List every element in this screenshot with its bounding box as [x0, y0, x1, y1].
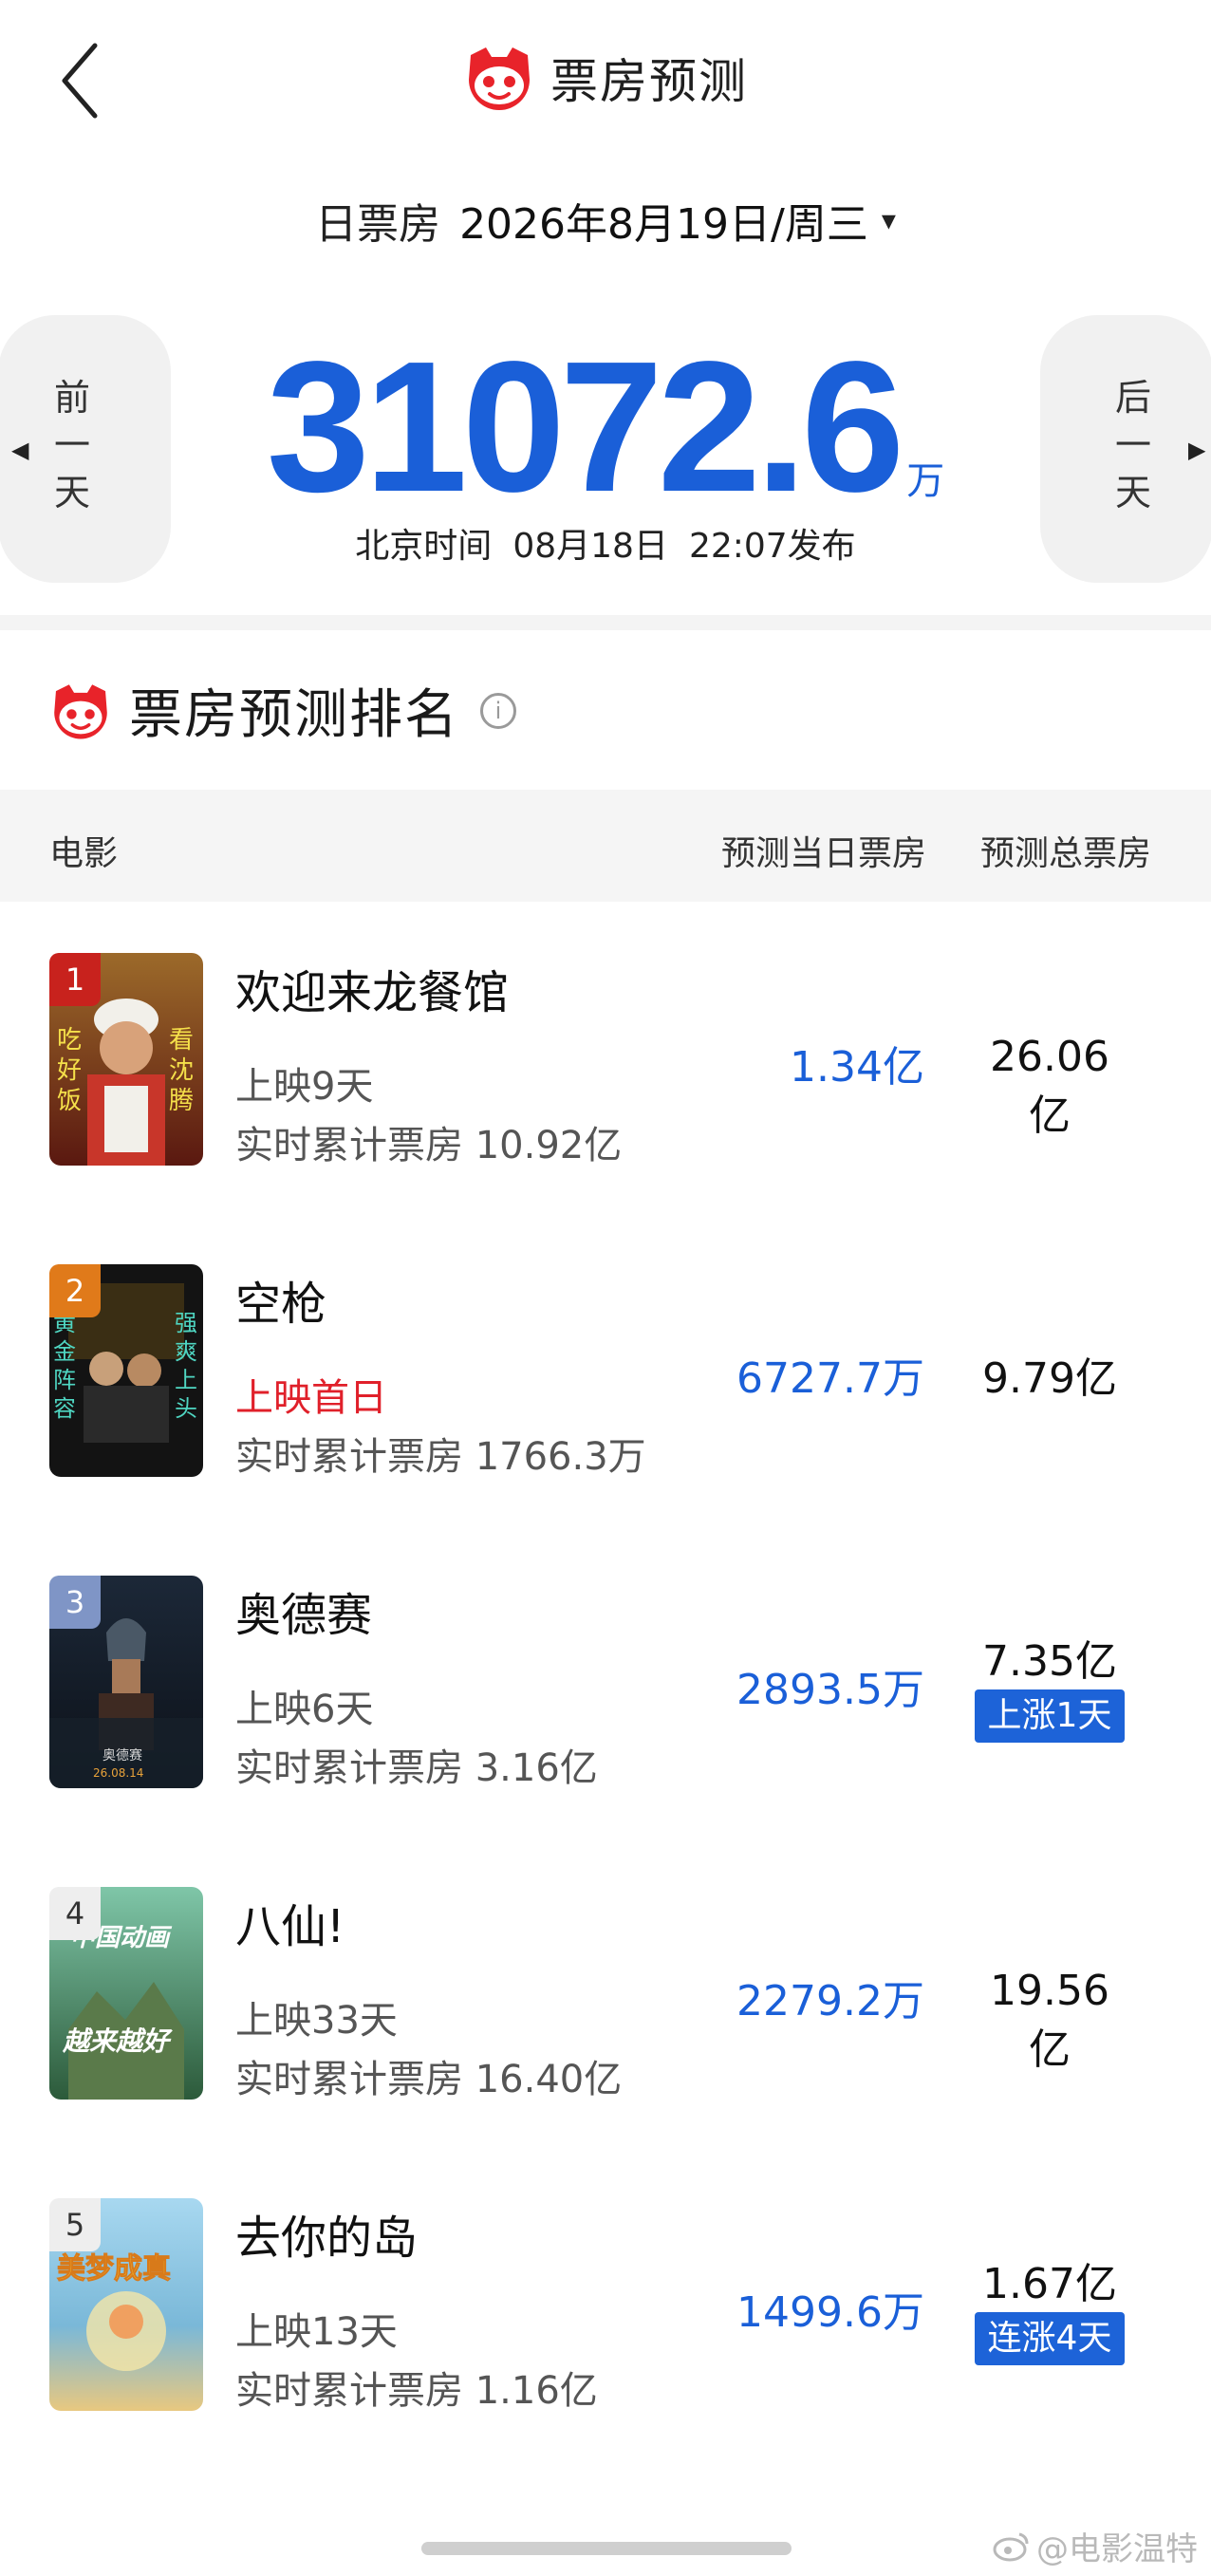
release-days: 上映首日 — [235, 1376, 387, 1420]
svg-text:奥德赛: 奥德赛 — [102, 1747, 142, 1764]
page-title: 票房预测 — [550, 54, 748, 109]
column-total-forecast[interactable]: 预测总票房 — [980, 826, 1151, 875]
header-title-group: 票房预测 — [0, 42, 1211, 114]
svg-text:饭: 饭 — [57, 1087, 82, 1115]
maoyan-cat-logo-icon — [54, 683, 107, 739]
rank-badge: 1 — [49, 953, 101, 1006]
release-days: 上映9天 — [235, 1065, 374, 1109]
movie-title: 空枪 — [235, 1278, 327, 1331]
cumulative-box-office: 实时累计票房 1766.3万 — [235, 1435, 646, 1479]
svg-text:越来越好: 越来越好 — [62, 2025, 173, 2057]
day-forecast-value: 1.34亿 — [790, 1043, 924, 1092]
day-forecast-value: 2893.5万 — [736, 1666, 924, 1714]
total-forecast-value: 9.79亿 — [982, 1354, 1117, 1403]
total-forecast-value: 1.67亿 — [982, 2260, 1117, 2308]
rank-badge: 4 — [49, 1887, 101, 1940]
release-days: 上映6天 — [235, 1688, 374, 1731]
movie-title: 去你的岛 — [235, 2212, 419, 2265]
info-icon[interactable]: i — [480, 692, 516, 729]
date-value: 2026年8月19日/周三 — [459, 200, 868, 249]
svg-text:沈: 沈 — [169, 1056, 194, 1085]
svg-text:强: 强 — [175, 1310, 197, 1336]
total-forecast-value: 19.56亿 — [990, 1967, 1109, 2074]
caret-down-icon: ▾ — [881, 203, 896, 237]
svg-text:好: 好 — [57, 1056, 82, 1085]
maoyan-cat-logo-icon — [469, 47, 530, 110]
movie-row[interactable]: 黄 金 阵 容 强 爽 上 头 2 空枪 上映首日 实时累计票房 1766.3万… — [0, 1215, 1211, 1526]
day-forecast-value: 2279.2万 — [736, 1977, 924, 2025]
svg-text:美梦成真: 美梦成真 — [57, 2252, 171, 2286]
movie-row[interactable]: 美梦成真 5 去你的岛 上映13天 实时累计票房 1.16亿 1499.6万 1… — [0, 2149, 1211, 2460]
svg-text:腾: 腾 — [169, 1087, 194, 1115]
column-day-forecast[interactable]: 预测当日票房 — [721, 826, 926, 875]
release-days: 上映33天 — [235, 1999, 398, 2043]
trend-badge: 上涨1天 — [975, 1689, 1125, 1743]
publish-time: 北京时间 08月18日 22:07发布 — [0, 518, 1211, 568]
rank-badge: 5 — [49, 2198, 101, 2251]
movie-title: 八仙! — [235, 1900, 345, 1953]
watermark-text: @电影温特 — [1036, 2530, 1198, 2568]
total-box-office-unit: 万 — [906, 459, 945, 503]
rank-badge: 3 — [49, 1576, 101, 1629]
weibo-logo-icon — [993, 2532, 1029, 2561]
svg-text:金: 金 — [53, 1338, 76, 1365]
cumulative-box-office: 实时累计票房 3.16亿 — [235, 1746, 598, 1790]
trend-badge: 连涨4天 — [975, 2312, 1125, 2365]
svg-text:上: 上 — [175, 1367, 197, 1393]
svg-text:吃: 吃 — [57, 1026, 82, 1055]
cumulative-box-office: 实时累计票房 1.16亿 — [235, 2369, 598, 2413]
date-selector[interactable]: 日票房 2026年8月19日/周三 ▾ — [0, 190, 1211, 251]
section-divider — [0, 615, 1211, 630]
svg-text:爽: 爽 — [175, 1338, 197, 1365]
rank-badge: 2 — [49, 1264, 101, 1317]
movie-row[interactable]: 奥德赛 26.08.14 3 奥德赛 上映6天 实时累计票房 3.16亿 289… — [0, 1526, 1211, 1838]
total-forecast-value: 7.35亿 — [982, 1637, 1117, 1686]
svg-text:阵: 阵 — [53, 1367, 76, 1393]
svg-text:容: 容 — [53, 1395, 76, 1422]
publish-clock: 22:07发布 — [688, 527, 856, 566]
movie-title: 奥德赛 — [235, 1589, 373, 1642]
page: 票房预测 日票房 2026年8月19日/周三 ▾ ◀ 前一天 后一天 ▶ 310… — [0, 0, 1211, 2576]
total-box-office: 31072.6 万 — [0, 323, 1211, 531]
movie-row[interactable]: 中国动画 越来越好 4 八仙! 上映33天 实时累计票房 16.40亿 2279… — [0, 1838, 1211, 2149]
publish-date: 08月18日 — [512, 527, 668, 566]
cumulative-box-office: 实时累计票房 16.40亿 — [235, 2058, 623, 2101]
day-forecast-value: 6727.7万 — [736, 1354, 924, 1403]
publish-timezone: 北京时间 — [355, 527, 493, 566]
cumulative-box-office: 实时累计票房 10.92亿 — [235, 1124, 623, 1167]
svg-text:看: 看 — [169, 1026, 194, 1055]
svg-text:头: 头 — [175, 1395, 197, 1422]
day-forecast-value: 1499.6万 — [736, 2288, 924, 2337]
watermark: @电影温特 — [993, 2523, 1198, 2569]
date-type-label: 日票房 — [315, 200, 441, 249]
movie-title: 欢迎来龙餐馆 — [235, 966, 510, 1019]
column-movie: 电影 — [49, 834, 119, 873]
home-indicator[interactable] — [421, 2542, 792, 2555]
svg-text:26.08.14: 26.08.14 — [93, 1766, 143, 1780]
total-box-office-value: 31072.6 — [266, 323, 904, 531]
movie-row[interactable]: 吃 好 饭 看 沈 腾 1 欢迎来龙餐馆 上映9天 实时累计票房 10.92亿 … — [0, 904, 1211, 1215]
ranking-section-header: 票房预测排名 i — [49, 672, 516, 749]
ranking-title: 票房预测排名 — [129, 684, 459, 746]
top-bar: 票房预测 日票房 2026年8月19日/周三 ▾ — [0, 0, 1211, 249]
table-header: 电影 预测当日票房 预测总票房 — [0, 790, 1211, 902]
release-days: 上映13天 — [235, 2310, 398, 2354]
total-forecast-value: 26.06亿 — [990, 1033, 1109, 1140]
